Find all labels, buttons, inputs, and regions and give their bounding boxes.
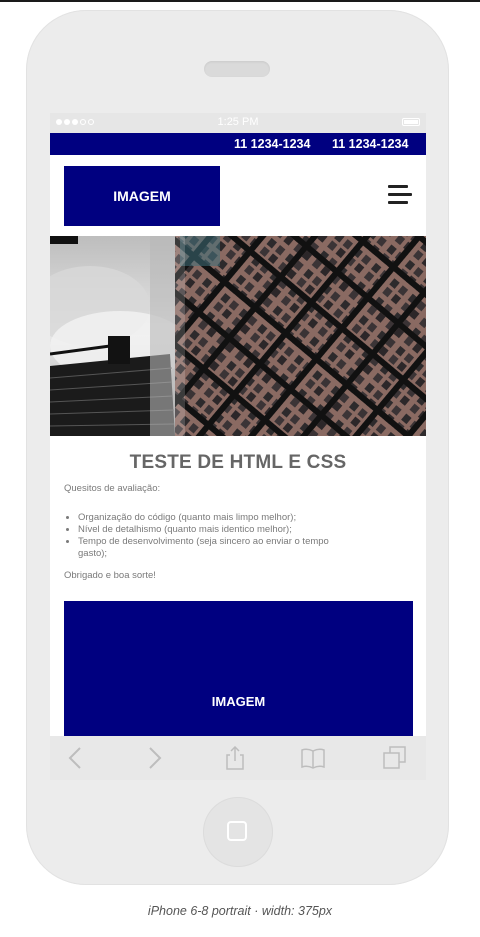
hero-buildings-image [50, 236, 426, 436]
hamburger-menu-icon[interactable] [388, 185, 412, 205]
list-item: Organização do código (quanto mais limpo… [78, 512, 358, 524]
phone-screen: 1:25 PM 11 1234-1234 11 1234-1234 IMAGEM [50, 113, 426, 780]
share-icon[interactable] [222, 746, 248, 770]
list-item: Nível de detalhismo (quanto mais identic… [78, 524, 358, 536]
logo-image-placeholder[interactable]: IMAGEM [64, 166, 220, 226]
battery-icon [402, 118, 420, 126]
page-title: TESTE DE HTML E CSS [129, 452, 347, 473]
image-label: IMAGEM [211, 693, 266, 709]
forward-icon[interactable] [140, 746, 166, 770]
outro-text: Obrigado e boa sorte! [64, 570, 156, 581]
intro-text: Quesitos de avaliação: [64, 483, 161, 494]
back-icon[interactable] [64, 746, 90, 770]
top-rule [0, 0, 480, 2]
contact-bar: 11 1234-1234 11 1234-1234 [50, 133, 426, 155]
status-bar: 1:25 PM [50, 113, 426, 133]
list-item: Tempo de desenvolvimento (seja sincero a… [78, 536, 358, 560]
home-button[interactable] [203, 797, 273, 867]
speaker-grille [204, 61, 270, 77]
bookmarks-icon[interactable] [300, 746, 326, 770]
tabs-icon[interactable] [382, 746, 408, 770]
phone-number-2[interactable]: 11 1234-1234 [332, 137, 408, 151]
criteria-list: Organização do código (quanto mais limpo… [64, 512, 358, 560]
hero-image [50, 236, 426, 436]
device-caption: iPhone 6-8 portrait · width: 375px [147, 904, 333, 918]
logo-label: IMAGEM [113, 188, 171, 204]
home-button-icon [227, 821, 247, 841]
phone-number-1[interactable]: 11 1234-1234 [234, 137, 310, 151]
status-time: 1:25 PM [217, 116, 259, 128]
browser-toolbar [50, 736, 426, 780]
